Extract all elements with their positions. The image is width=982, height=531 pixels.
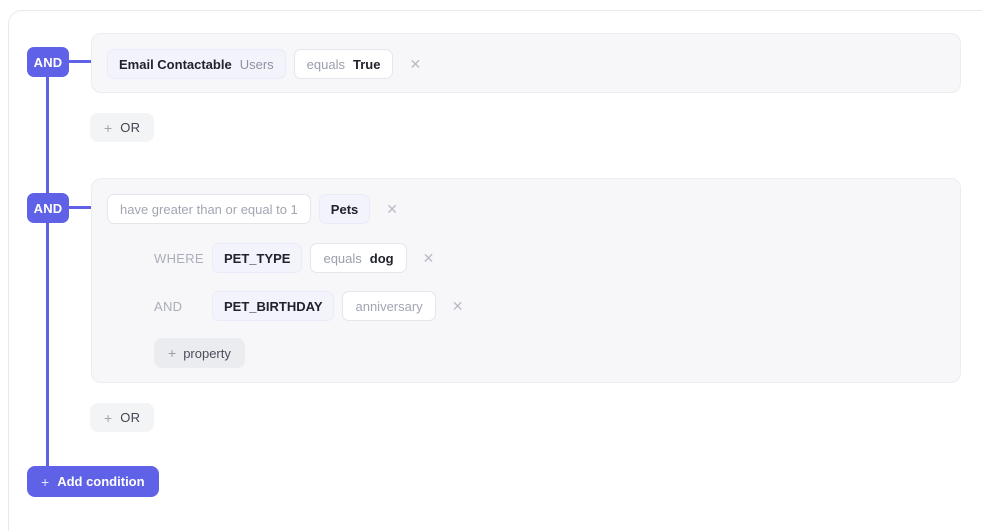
and-operator-badge-2[interactable]: AND	[27, 193, 69, 223]
filter-property-chip[interactable]: PET_TYPE	[212, 243, 302, 273]
and-operator-badge-1[interactable]: AND	[27, 47, 69, 77]
plus-icon: +	[104, 410, 112, 426]
condition-row-quantifier: have greater than or equal to 1 Pets ✕	[107, 194, 398, 224]
filter-property-chip[interactable]: PET_BIRTHDAY	[212, 291, 334, 321]
or-button-label: OR	[120, 410, 140, 425]
remove-filter-icon[interactable]: ✕	[452, 299, 464, 313]
filter-value-placeholder: anniversary	[355, 299, 422, 314]
segment-condition-builder: AND AND Email Contactable Users equals T…	[0, 0, 982, 531]
filter-value-select[interactable]: anniversary	[342, 291, 435, 321]
add-property-button[interactable]: + property	[154, 338, 245, 368]
remove-condition-icon[interactable]: ✕	[386, 202, 398, 216]
or-button-group-1[interactable]: + OR	[90, 113, 154, 142]
add-condition-button[interactable]: + Add condition	[27, 466, 159, 497]
condition-row: Email Contactable Users equals True ✕	[107, 49, 421, 79]
filter-connector-label: WHERE	[154, 251, 204, 266]
condition-card-pets: have greater than or equal to 1 Pets ✕ W…	[91, 178, 961, 383]
plus-icon: +	[41, 474, 49, 490]
filter-operator-label: equals	[323, 251, 361, 266]
plus-icon: +	[104, 120, 112, 136]
entity-chip-pets[interactable]: Pets	[319, 194, 370, 224]
or-button-label: OR	[120, 120, 140, 135]
remove-filter-icon[interactable]: ✕	[423, 251, 435, 265]
operator-value-chip[interactable]: equals True	[294, 49, 394, 79]
condition-card-email-contactable: Email Contactable Users equals True ✕	[91, 33, 961, 93]
filter-value-label: dog	[370, 251, 394, 266]
add-property-label: property	[183, 346, 231, 361]
filter-row-pet-birthday: AND PET_BIRTHDAY anniversary ✕	[154, 291, 463, 321]
quantifier-select[interactable]: have greater than or equal to 1	[107, 194, 311, 224]
and-connector-line-1	[68, 60, 91, 63]
filter-operator-value-chip[interactable]: equals dog	[310, 243, 406, 273]
filter-property-name: PET_TYPE	[224, 251, 290, 266]
property-chip-email-contactable[interactable]: Email Contactable Users	[107, 49, 286, 79]
remove-condition-icon[interactable]: ✕	[409, 57, 421, 71]
quantifier-placeholder: have greater than or equal to 1	[120, 202, 298, 217]
operator-label: equals	[307, 57, 345, 72]
plus-icon: +	[168, 345, 176, 361]
property-name: Email Contactable	[119, 57, 232, 72]
group-connector-line	[46, 77, 49, 466]
property-entity: Users	[240, 57, 274, 72]
entity-name: Pets	[331, 202, 358, 217]
value-label: True	[353, 57, 380, 72]
add-condition-label: Add condition	[57, 474, 144, 489]
or-button-group-2[interactable]: + OR	[90, 403, 154, 432]
filter-connector-label: AND	[154, 299, 204, 314]
and-connector-line-2	[68, 206, 91, 209]
filter-row-pet-type: WHERE PET_TYPE equals dog ✕	[154, 243, 434, 273]
filter-property-name: PET_BIRTHDAY	[224, 299, 322, 314]
